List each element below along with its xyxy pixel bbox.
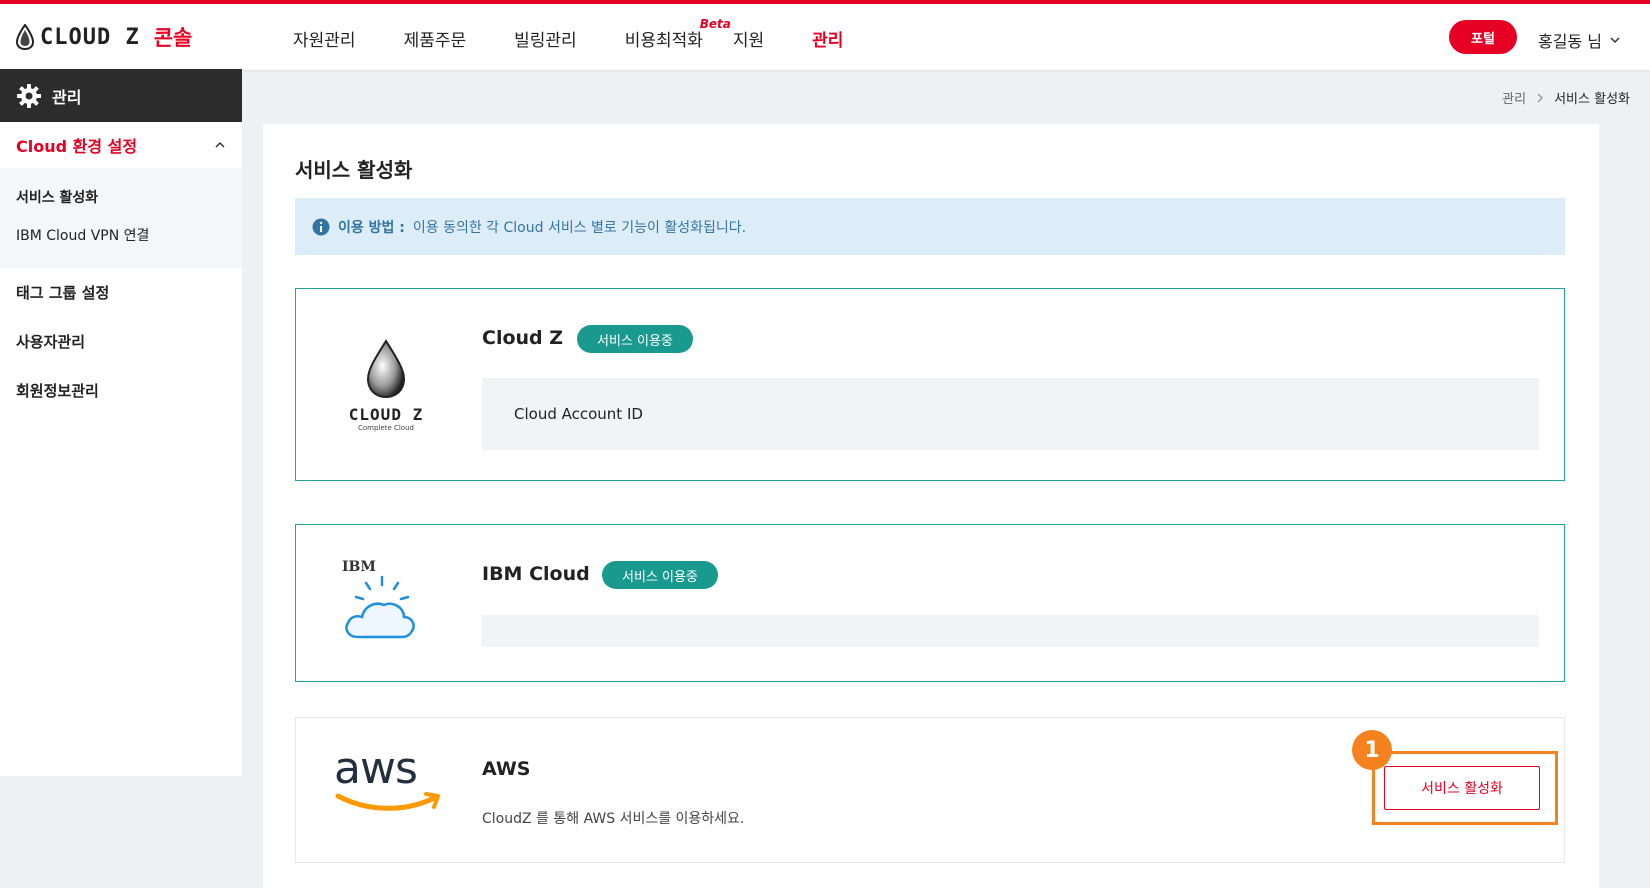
portal-button[interactable]: 포털 (1449, 20, 1517, 54)
breadcrumb-parent[interactable]: 관리 (1502, 88, 1526, 107)
logo[interactable]: CLOUD Z 콘솔 (16, 22, 192, 52)
sidebar-header: 관리 (0, 69, 242, 122)
sidebar-item-tag-group[interactable]: 태그 그룹 설정 (0, 268, 242, 317)
service-name: Cloud Z (482, 327, 564, 349)
nav-order[interactable]: 제품주문 (404, 26, 467, 51)
nav-resource[interactable]: 자원관리 (293, 26, 356, 51)
main-nav: 자원관리 제품주문 빌링관리 비용최적화 Beta 지원 관리 (293, 17, 891, 51)
status-badge: 서비스 이용중 (602, 561, 718, 589)
info-label: 이용 방법 : (338, 219, 405, 236)
cloud-account-id-field: Cloud Account ID (482, 378, 1539, 450)
sidebar: 관리 Cloud 환경 설정 서비스 활성화 IBM Cloud VPN 연결 … (0, 69, 242, 776)
nav-label: 자원관리 (293, 31, 356, 51)
cloudz-logo-text: CLOUD Z (348, 405, 424, 424)
aws-logo: aws (334, 746, 444, 820)
sidebar-item-user-management[interactable]: 사용자관리 (0, 317, 242, 366)
service-name: AWS (482, 758, 531, 780)
nav-label: 관리 (812, 31, 844, 51)
cloudz-logo: CLOUD Z Complete Cloud (336, 339, 436, 432)
status-badge: 서비스 이용중 (577, 325, 693, 353)
logo-text: CLOUD Z (40, 24, 140, 50)
breadcrumb-current: 서비스 활성화 (1554, 92, 1630, 107)
nav-label: 비용최적화 (624, 31, 703, 51)
cloudz-logo-sub: Complete Cloud (358, 424, 414, 432)
activate-aws-button[interactable]: 서비스 활성화 (1384, 766, 1540, 810)
aws-smile-icon (335, 792, 440, 811)
aws-logo-text: aws (334, 743, 418, 794)
ibm-logo: IBM (336, 559, 436, 645)
user-menu[interactable]: 홍길동 님 (1538, 28, 1620, 52)
nav-label: 제품주문 (403, 31, 467, 51)
service-card-ibm: IBM IBM Cloud 서비스 이용중 (295, 524, 1565, 682)
sidebar-section-label: Cloud 환경 설정 (16, 137, 138, 156)
top-bar: CLOUD Z 콘솔 자원관리 제품주문 빌링관리 비용최적화 Beta 지원 … (0, 0, 1650, 70)
sidebar-title: 관리 (52, 87, 82, 107)
sidebar-item-service-activation[interactable]: 서비스 활성화 (0, 178, 242, 216)
info-banner: 이용 방법 : 이용 동의한 각 Cloud 서비스 별로 기능이 활성화됩니다… (295, 198, 1565, 255)
page-title: 서비스 활성화 (295, 158, 413, 182)
cloudz-drop-icon (16, 24, 34, 50)
chevron-down-icon (1610, 37, 1620, 44)
breadcrumb: 관리 서비스 활성화 (1502, 88, 1630, 107)
logo-console: 콘솔 (153, 26, 193, 50)
main-panel: 서비스 활성화 이용 방법 : 이용 동의한 각 Cloud 서비스 별로 기능… (263, 124, 1599, 888)
sidebar-submenu: 서비스 활성화 IBM Cloud VPN 연결 (0, 168, 242, 268)
nav-label: 빌링관리 (514, 31, 577, 51)
sidebar-item-ibm-vpn[interactable]: IBM Cloud VPN 연결 (0, 216, 242, 254)
nav-label: 지원 (732, 31, 765, 51)
user-name: 홍길동 님 (1538, 32, 1602, 51)
nav-cost-optimization[interactable]: 비용최적화 Beta (624, 17, 731, 51)
nav-support[interactable]: 지원 (733, 26, 764, 51)
sidebar-item-member-info[interactable]: 회원정보관리 (0, 366, 242, 415)
cloudz-drop-icon (366, 339, 406, 399)
nav-billing[interactable]: 빌링관리 (514, 26, 577, 51)
beta-badge: Beta (699, 17, 731, 31)
service-card-cloudz: CLOUD Z Complete Cloud Cloud Z 서비스 이용중 C… (295, 288, 1565, 481)
chevron-right-icon (1537, 93, 1543, 102)
info-icon (312, 218, 330, 235)
service-name: IBM Cloud (482, 563, 590, 585)
service-description: CloudZ 를 통해 AWS 서비스를 이용하세요. (482, 811, 745, 827)
info-text: 이용 동의한 각 Cloud 서비스 별로 기능이 활성화됩니다. (412, 219, 747, 236)
gear-icon (17, 83, 41, 108)
cloud-icon (345, 575, 415, 639)
nav-admin[interactable]: 관리 (812, 26, 843, 51)
step-number-badge: 1 (1352, 730, 1392, 770)
chevron-up-icon (215, 141, 225, 148)
sidebar-section-cloud-settings[interactable]: Cloud 환경 설정 (0, 122, 242, 168)
ibm-account-field (482, 615, 1539, 647)
